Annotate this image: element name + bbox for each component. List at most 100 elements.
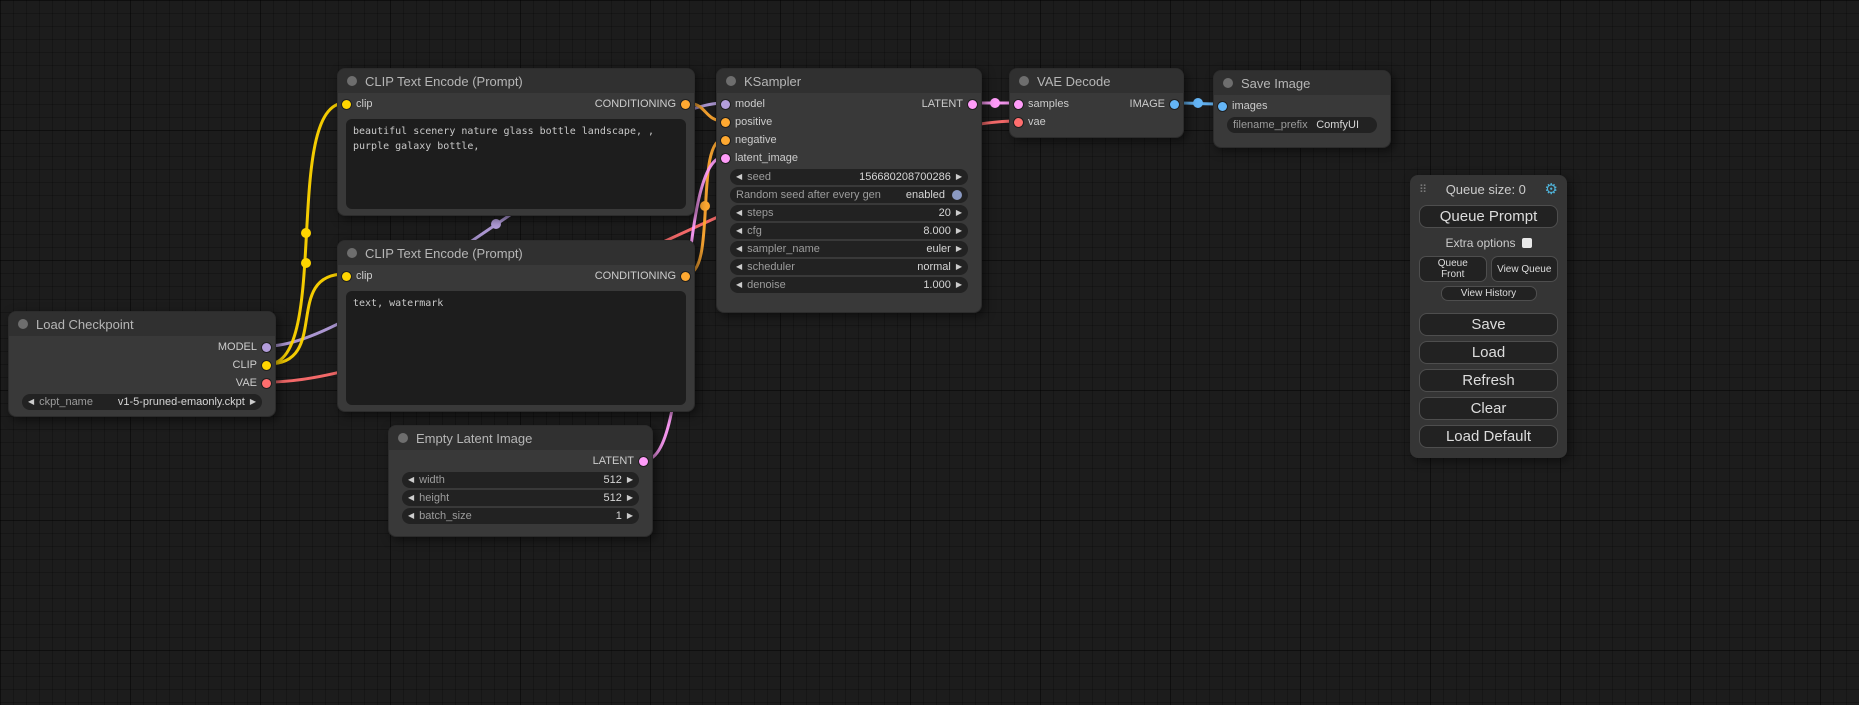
image-port-dot[interactable] <box>1218 102 1227 111</box>
toggle-dot[interactable] <box>952 190 962 200</box>
cfg-widget[interactable]: ◀ cfg 8.000 ▶ <box>730 223 968 239</box>
increment-arrow-icon[interactable]: ▶ <box>956 281 962 289</box>
collapse-dot-icon[interactable] <box>1019 76 1029 86</box>
output-port-conditioning[interactable]: CONDITIONING <box>595 270 690 282</box>
clear-button[interactable]: Clear <box>1419 397 1558 420</box>
refresh-button[interactable]: Refresh <box>1419 369 1558 392</box>
input-port-images[interactable]: images <box>1218 100 1267 112</box>
scheduler-widget[interactable]: ◀ scheduler normal ▶ <box>730 259 968 275</box>
node-ksampler[interactable]: KSampler model LATENT positive negative <box>716 68 982 313</box>
input-port-clip[interactable]: clip <box>342 98 373 110</box>
queue-front-button[interactable]: Queue Front <box>1419 256 1487 282</box>
node-save-image[interactable]: Save Image images filename_prefix ComfyU… <box>1213 70 1391 148</box>
conditioning-port-dot[interactable] <box>721 136 730 145</box>
view-queue-button[interactable]: View Queue <box>1491 256 1559 282</box>
collapse-dot-icon[interactable] <box>726 76 736 86</box>
image-port-dot[interactable] <box>1170 100 1179 109</box>
node-titlebar[interactable]: Save Image <box>1214 71 1390 95</box>
increment-arrow-icon[interactable]: ▶ <box>627 476 633 484</box>
conditioning-port-dot[interactable] <box>681 100 690 109</box>
ckpt-name-widget[interactable]: ◀ ckpt_name v1-5-pruned-emaonly.ckpt ▶ <box>22 394 262 410</box>
node-titlebar[interactable]: Load Checkpoint <box>9 312 275 336</box>
node-titlebar[interactable]: KSampler <box>717 69 981 93</box>
load-button[interactable]: Load <box>1419 341 1558 364</box>
increment-arrow-icon[interactable]: ▶ <box>956 227 962 235</box>
decrement-arrow-icon[interactable]: ◀ <box>736 173 742 181</box>
input-port-latent-image[interactable]: latent_image <box>721 152 798 164</box>
random-seed-toggle-widget[interactable]: Random seed after every gen enabled <box>730 187 968 203</box>
input-port-negative[interactable]: negative <box>721 134 777 146</box>
output-port-vae[interactable]: VAE <box>236 377 271 389</box>
decrement-arrow-icon[interactable]: ◀ <box>736 227 742 235</box>
output-port-model[interactable]: MODEL <box>218 341 271 353</box>
decrement-arrow-icon[interactable]: ◀ <box>408 494 414 502</box>
denoise-widget[interactable]: ◀ denoise 1.000 ▶ <box>730 277 968 293</box>
node-titlebar[interactable]: VAE Decode <box>1010 69 1183 93</box>
input-port-vae[interactable]: vae <box>1014 116 1046 128</box>
view-history-button[interactable]: View History <box>1441 286 1537 301</box>
node-titlebar[interactable]: CLIP Text Encode (Prompt) <box>338 241 694 265</box>
extra-options-checkbox[interactable] <box>1522 238 1532 248</box>
latent-port-dot[interactable] <box>968 100 977 109</box>
clip-port-dot[interactable] <box>342 272 351 281</box>
model-port-dot[interactable] <box>262 343 271 352</box>
input-port-clip[interactable]: clip <box>342 270 373 282</box>
settings-gear-icon[interactable]: ⚙ <box>1545 182 1558 197</box>
input-port-positive[interactable]: positive <box>721 116 772 128</box>
node-titlebar[interactable]: Empty Latent Image <box>389 426 652 450</box>
collapse-dot-icon[interactable] <box>398 433 408 443</box>
conditioning-port-dot[interactable] <box>721 118 730 127</box>
latent-port-dot[interactable] <box>639 457 648 466</box>
clip-port-dot[interactable] <box>262 361 271 370</box>
increment-arrow-icon[interactable]: ▶ <box>956 263 962 271</box>
decrement-arrow-icon[interactable]: ◀ <box>736 245 742 253</box>
increment-arrow-icon[interactable]: ▶ <box>627 494 633 502</box>
steps-widget[interactable]: ◀ steps 20 ▶ <box>730 205 968 221</box>
increment-arrow-icon[interactable]: ▶ <box>956 209 962 217</box>
input-port-samples[interactable]: samples <box>1014 98 1069 110</box>
negative-prompt-textarea[interactable]: text, watermark <box>346 291 686 405</box>
decrement-arrow-icon[interactable]: ◀ <box>408 476 414 484</box>
increment-arrow-icon[interactable]: ▶ <box>250 398 256 406</box>
node-titlebar[interactable]: CLIP Text Encode (Prompt) <box>338 69 694 93</box>
clip-port-dot[interactable] <box>342 100 351 109</box>
output-port-latent[interactable]: LATENT <box>593 455 648 467</box>
width-widget[interactable]: ◀ width 512 ▶ <box>402 472 639 488</box>
vae-port-dot[interactable] <box>1014 118 1023 127</box>
decrement-arrow-icon[interactable]: ◀ <box>28 398 34 406</box>
increment-arrow-icon[interactable]: ▶ <box>956 173 962 181</box>
load-default-button[interactable]: Load Default <box>1419 425 1558 448</box>
node-clip-text-encode-positive[interactable]: CLIP Text Encode (Prompt) clip CONDITION… <box>337 68 695 216</box>
decrement-arrow-icon[interactable]: ◀ <box>736 281 742 289</box>
vae-port-dot[interactable] <box>262 379 271 388</box>
collapse-dot-icon[interactable] <box>347 76 357 86</box>
save-button[interactable]: Save <box>1419 313 1558 336</box>
latent-port-dot[interactable] <box>721 154 730 163</box>
node-load-checkpoint[interactable]: Load Checkpoint MODEL CLIP VAE ◀ ckpt_na… <box>8 311 276 417</box>
filename-prefix-widget[interactable]: filename_prefix ComfyUI <box>1227 117 1377 133</box>
collapse-dot-icon[interactable] <box>347 248 357 258</box>
node-clip-text-encode-negative[interactable]: CLIP Text Encode (Prompt) clip CONDITION… <box>337 240 695 412</box>
node-empty-latent-image[interactable]: Empty Latent Image LATENT ◀ width 512 ▶ … <box>388 425 653 537</box>
increment-arrow-icon[interactable]: ▶ <box>956 245 962 253</box>
output-port-clip[interactable]: CLIP <box>233 359 271 371</box>
decrement-arrow-icon[interactable]: ◀ <box>736 263 742 271</box>
queue-prompt-button[interactable]: Queue Prompt <box>1419 205 1558 228</box>
decrement-arrow-icon[interactable]: ◀ <box>736 209 742 217</box>
height-widget[interactable]: ◀ height 512 ▶ <box>402 490 639 506</box>
drag-handle-icon[interactable]: ⠿ <box>1419 183 1427 196</box>
output-port-conditioning[interactable]: CONDITIONING <box>595 98 690 110</box>
conditioning-port-dot[interactable] <box>681 272 690 281</box>
node-vae-decode[interactable]: VAE Decode samples IMAGE vae <box>1009 68 1184 138</box>
output-port-image[interactable]: IMAGE <box>1130 98 1179 110</box>
increment-arrow-icon[interactable]: ▶ <box>627 512 633 520</box>
batch-size-widget[interactable]: ◀ batch_size 1 ▶ <box>402 508 639 524</box>
collapse-dot-icon[interactable] <box>1223 78 1233 88</box>
positive-prompt-textarea[interactable]: beautiful scenery nature glass bottle la… <box>346 119 686 209</box>
output-port-latent[interactable]: LATENT <box>922 98 977 110</box>
input-port-model[interactable]: model <box>721 98 765 110</box>
sampler-name-widget[interactable]: ◀ sampler_name euler ▶ <box>730 241 968 257</box>
seed-widget[interactable]: ◀ seed 156680208700286 ▶ <box>730 169 968 185</box>
model-port-dot[interactable] <box>721 100 730 109</box>
decrement-arrow-icon[interactable]: ◀ <box>408 512 414 520</box>
